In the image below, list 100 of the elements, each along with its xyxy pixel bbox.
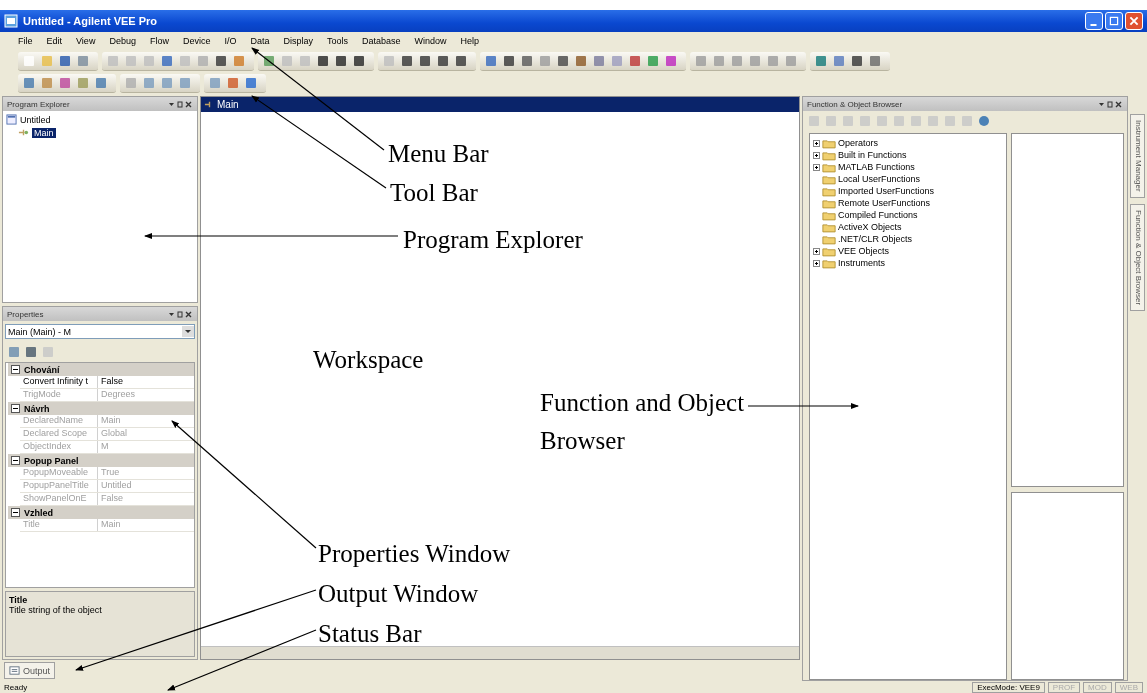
property-name: Title: [20, 519, 98, 531]
annotation-label: Function and Object Browser: [540, 388, 746, 456]
maximize-button[interactable]: [1105, 12, 1123, 30]
tree-item[interactable]: Main: [32, 127, 56, 138]
collapse-icon[interactable]: [11, 365, 20, 374]
menu-item[interactable]: Edit: [46, 36, 63, 46]
output-tab[interactable]: Output: [4, 662, 56, 679]
minimize-icon: [1090, 24, 1097, 26]
panel-title: Program Explorer: [7, 99, 70, 109]
property-name: PopupPanelTitle: [20, 480, 98, 492]
toolbar-button[interactable]: [418, 53, 432, 68]
category-label: Chování: [24, 364, 60, 375]
tree-item[interactable]: Operators: [838, 138, 879, 148]
tree-item[interactable]: Untitled: [20, 114, 51, 125]
app-icon: [4, 14, 18, 28]
toolbar-button[interactable]: [454, 53, 468, 68]
property-value[interactable]: False: [98, 376, 194, 388]
tree-item[interactable]: Imported UserFunctions: [838, 186, 935, 196]
tree-item[interactable]: ActiveX Objects: [838, 222, 902, 232]
status-indicator: PROF: [1047, 681, 1081, 693]
scroll-bar[interactable]: [201, 646, 799, 659]
program-icon: [6, 114, 17, 125]
folder-icon: [822, 197, 836, 209]
menu-item[interactable]: Display: [283, 36, 313, 46]
folder-icon: [822, 137, 836, 149]
workspace-tab[interactable]: Main: [201, 97, 799, 112]
annotation-label: Status Bar: [318, 619, 422, 649]
category-label: Návrh: [24, 403, 50, 414]
menu-item[interactable]: Flow: [149, 36, 169, 46]
property-name: DeclaredName: [20, 415, 98, 427]
folder-icon: [822, 221, 836, 233]
window-title: Untitled - Agilent VEE Pro: [23, 15, 158, 27]
toolbar-button[interactable]: [400, 53, 414, 68]
property-name: Declared Scope: [20, 428, 98, 440]
menu-item[interactable]: Data: [250, 36, 270, 46]
object-dropdown[interactable]: Main (Main) - M: [5, 324, 195, 339]
toolbar-button[interactable]: [316, 53, 330, 68]
property-name: Convert Infinity t: [20, 376, 98, 388]
folder-icon: [822, 233, 836, 245]
panel-title: Function & Object Browser: [807, 99, 903, 109]
folder-icon: [822, 185, 836, 197]
sort-button[interactable]: [24, 345, 38, 359]
property-name: PopupMoveable: [20, 467, 98, 479]
toolbar-button[interactable]: [334, 53, 348, 68]
menu-item[interactable]: I/O: [224, 36, 237, 46]
toolbar-button[interactable]: [214, 53, 228, 68]
tree-item[interactable]: Built in Functions: [838, 150, 907, 160]
categorized-button[interactable]: [7, 345, 21, 359]
annotation-label: Tool Bar: [390, 178, 478, 208]
menu-item[interactable]: Device: [182, 36, 211, 46]
tree-item[interactable]: MATLAB Functions: [838, 162, 915, 172]
folder-icon: [822, 161, 836, 173]
menu-item[interactable]: Debug: [109, 36, 136, 46]
side-tab[interactable]: Function & Object Browser: [1130, 203, 1145, 311]
collapse-icon[interactable]: [11, 508, 20, 517]
maximize-icon: [1108, 15, 1120, 27]
menu-item[interactable]: Help: [460, 36, 480, 46]
side-tab[interactable]: Instrument Manager: [1130, 114, 1145, 198]
menu-item[interactable]: Database: [362, 36, 401, 46]
panel-controls-icon[interactable]: [169, 310, 193, 318]
menu-item[interactable]: Window: [414, 36, 447, 46]
annotation-label: Menu Bar: [388, 139, 489, 169]
tree-item[interactable]: Instruments: [838, 258, 886, 268]
tree-item[interactable]: Compiled Functions: [838, 210, 918, 220]
tree-item[interactable]: Local UserFunctions: [838, 174, 921, 184]
toolbar-button[interactable]: [436, 53, 450, 68]
annotation-label: Program Explorer: [403, 225, 583, 255]
collapse-icon[interactable]: [11, 404, 20, 413]
close-button[interactable]: [1125, 12, 1143, 30]
tree-item[interactable]: .NET/CLR Objects: [838, 234, 913, 244]
menu-item[interactable]: Tools: [327, 36, 348, 46]
status-indicator: MOD: [1083, 681, 1112, 693]
property-name: ObjectIndex: [20, 441, 98, 453]
help-button[interactable]: [977, 114, 991, 128]
status-text: Ready: [4, 682, 29, 692]
panel-controls-icon[interactable]: [169, 100, 193, 108]
window-icon: [9, 665, 20, 676]
panel-title: Properties: [7, 309, 44, 319]
tree-item[interactable]: Remote UserFunctions: [838, 198, 931, 208]
folder-icon: [822, 209, 836, 221]
status-indicator: WEB: [1114, 681, 1143, 693]
toolbar-button[interactable]: [502, 53, 516, 68]
toolbar-button[interactable]: [850, 53, 864, 68]
toolbar-button[interactable]: [352, 53, 366, 68]
menu-item[interactable]: File: [18, 36, 33, 46]
tree-item[interactable]: VEE Objects: [838, 246, 890, 256]
help-title: Title: [9, 595, 29, 605]
property-name: ShowPanelOnE: [20, 493, 98, 505]
category-label: Popup Panel: [24, 455, 79, 466]
folder-icon: [822, 149, 836, 161]
menu-item[interactable]: View: [76, 36, 96, 46]
help-text: Title string of the object: [9, 605, 103, 615]
folder-icon: [822, 257, 836, 269]
collapse-icon[interactable]: [11, 456, 20, 465]
panel-controls-icon[interactable]: [1099, 100, 1123, 108]
exec-mode-indicator: ExecMode: VEE9: [972, 681, 1045, 693]
function-icon: [18, 127, 29, 138]
toolbar-button[interactable]: [262, 53, 276, 68]
category-label: Vzhled: [24, 507, 53, 518]
minimize-button[interactable]: [1085, 12, 1103, 30]
